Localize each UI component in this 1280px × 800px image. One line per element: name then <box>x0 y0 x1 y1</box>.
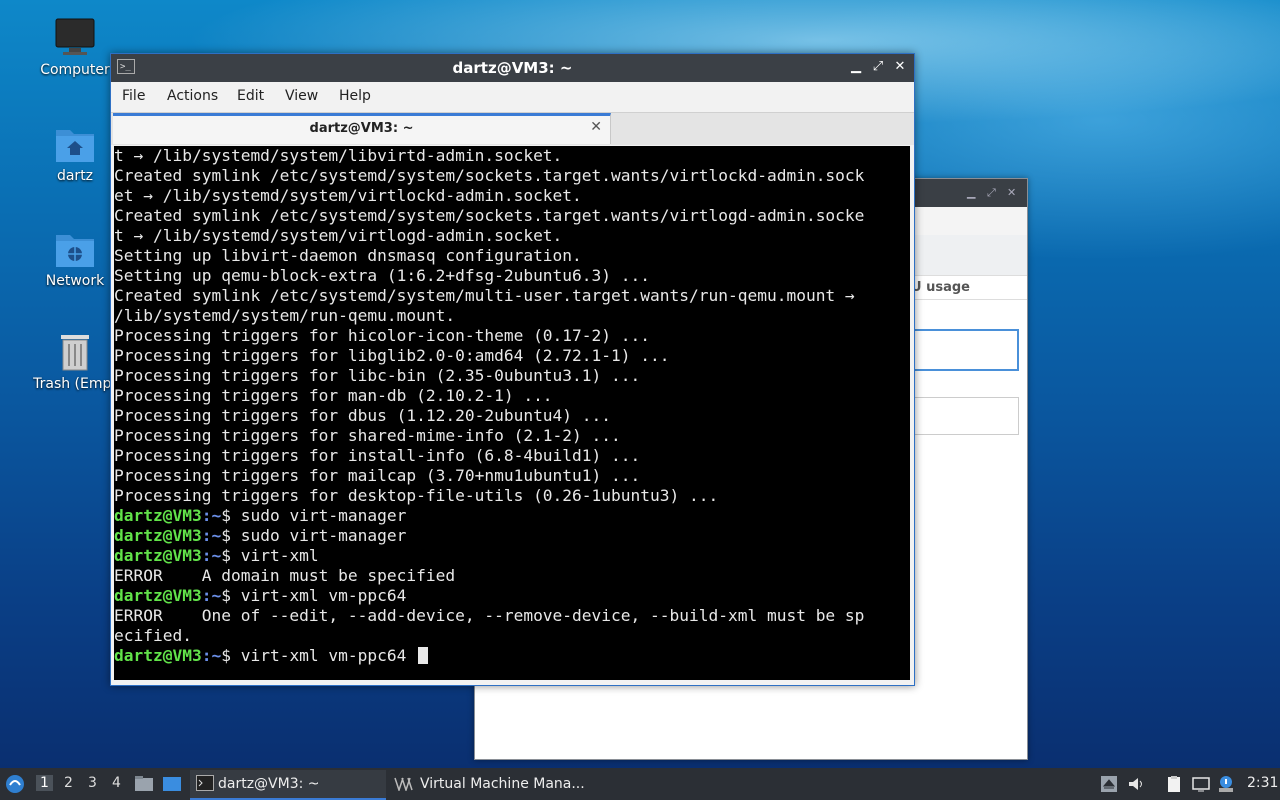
terminal-output-line: Processing triggers for mailcap (3.70+nm… <box>114 466 641 485</box>
terminal-output-line: t → /lib/systemd/system/libvirtd-admin.s… <box>114 146 563 165</box>
command-text: $ virt-xml <box>221 546 319 565</box>
window-titlebar[interactable]: >_ dartz@VM3: ~ ▁ ⤢ ✕ <box>111 54 914 82</box>
eject-icon[interactable] <box>1100 775 1118 793</box>
terminal-output-line: ecified. <box>114 626 192 645</box>
prompt-user: dartz@VM3 <box>114 646 202 665</box>
taskbar: 1 2 3 4 dartz@VM3: ~ Virtual Machine Man… <box>0 768 1280 800</box>
terminal-output-line: /lib/systemd/system/run-qemu.mount. <box>114 306 456 325</box>
terminal-output-line: Processing triggers for shared-mime-info… <box>114 426 621 445</box>
tab-bar: dartz@VM3: ~ ✕ <box>111 112 914 145</box>
workspace-2[interactable]: 2 <box>64 775 73 791</box>
file-manager-icon <box>135 776 153 791</box>
terminal-output-line: t → /lib/systemd/system/virtlogd-admin.s… <box>114 226 563 245</box>
minimize-icon[interactable]: ▁ <box>967 186 975 199</box>
terminal-output-line: Created symlink /etc/systemd/system/mult… <box>114 286 855 305</box>
terminal-output-line: Setting up libvirt-daemon dnsmasq config… <box>114 246 582 265</box>
tab-terminal[interactable]: dartz@VM3: ~ ✕ <box>113 113 611 144</box>
command-text: $ sudo virt-manager <box>221 506 407 525</box>
monitor-icon <box>53 18 97 58</box>
terminal-output-line: Processing triggers for hicolor-icon-the… <box>114 326 651 345</box>
close-icon[interactable]: ✕ <box>1007 186 1016 199</box>
clock[interactable]: 2:31 <box>1247 775 1278 791</box>
prompt-user: dartz@VM3 <box>114 506 202 525</box>
menubar: File Actions Edit View Help <box>111 82 914 112</box>
volume-icon[interactable] <box>1127 775 1145 793</box>
prompt-user: dartz@VM3 <box>114 586 202 605</box>
terminal-output-line: Processing triggers for install-info (6.… <box>114 446 641 465</box>
task-label: Virtual Machine Mana... <box>420 776 585 792</box>
trash-icon <box>53 332 97 372</box>
maximize-button[interactable]: ⤢ <box>869 58 887 76</box>
terminal-output-line: Processing triggers for man-db (2.10.2-1… <box>114 386 553 405</box>
text-cursor <box>418 647 429 664</box>
terminal-command-line: dartz@VM3:~$ sudo virt-manager <box>114 506 910 526</box>
terminal-command-line: dartz@VM3:~$ sudo virt-manager <box>114 526 910 546</box>
task-label: dartz@VM3: ~ <box>218 776 320 792</box>
file-manager-launcher[interactable] <box>134 770 156 798</box>
terminal-output-line: et → /lib/systemd/system/virtlockd-admin… <box>114 186 582 205</box>
prompt-path: :~ <box>201 526 222 545</box>
task-virt-manager[interactable]: Virtual Machine Mana... <box>392 770 592 798</box>
window-title: dartz@VM3: ~ <box>452 59 573 77</box>
prompt-path: :~ <box>201 506 222 525</box>
menu-edit[interactable]: Edit <box>237 88 264 104</box>
command-text: $ virt-xml vm-ppc64 <box>221 646 417 665</box>
desktop-icon <box>163 777 181 791</box>
close-button[interactable]: ✕ <box>891 58 909 76</box>
terminal-window[interactable]: >_ dartz@VM3: ~ ▁ ⤢ ✕ File Actions Edit … <box>110 53 915 686</box>
virt-manager-icon <box>394 777 413 791</box>
terminal-output-line: Processing triggers for libc-bin (2.35-0… <box>114 366 641 385</box>
terminal-output-line: Created symlink /etc/systemd/system/sock… <box>114 166 865 185</box>
task-terminal[interactable]: dartz@VM3: ~ <box>190 770 386 800</box>
home-folder-icon <box>53 124 97 164</box>
minimize-button[interactable]: ▁ <box>847 58 865 76</box>
terminal-command-line: dartz@VM3:~$ virt-xml vm-ppc64 <box>114 646 910 666</box>
terminal-output-line: Processing triggers for desktop-file-uti… <box>114 486 719 505</box>
prompt-user: dartz@VM3 <box>114 546 202 565</box>
terminal-output-line: Processing triggers for dbus (1.12.20-2u… <box>114 406 612 425</box>
terminal-command-line: dartz@VM3:~$ virt-xml <box>114 546 910 566</box>
menu-file[interactable]: File <box>122 88 145 104</box>
network-folder-icon <box>53 229 97 269</box>
workspace-1[interactable]: 1 <box>36 775 53 791</box>
prompt-user: dartz@VM3 <box>114 526 202 545</box>
command-text: $ sudo virt-manager <box>221 526 407 545</box>
terminal-output-line: Setting up qemu-block-extra (1:6.2+dfsg-… <box>114 266 651 285</box>
terminal-output-line: Created symlink /etc/systemd/system/sock… <box>114 206 865 225</box>
start-menu-button[interactable] <box>4 770 28 798</box>
close-tab-icon[interactable]: ✕ <box>590 119 602 135</box>
app-menu-icon <box>6 775 24 793</box>
menu-help[interactable]: Help <box>339 88 371 104</box>
maximize-icon[interactable]: ⤢ <box>987 186 996 200</box>
show-desktop-launcher[interactable] <box>162 770 184 798</box>
prompt-path: :~ <box>201 546 222 565</box>
notification-icon[interactable] <box>1217 775 1235 793</box>
workspace-3[interactable]: 3 <box>88 775 97 791</box>
menu-actions[interactable]: Actions <box>167 88 218 104</box>
terminal-icon <box>196 775 214 791</box>
terminal-output-line: ERROR One of --edit, --add-device, --rem… <box>114 606 865 625</box>
column-header-cpu-usage[interactable]: U usage <box>911 280 970 295</box>
tab-label: dartz@VM3: ~ <box>309 121 414 136</box>
command-text: $ virt-xml vm-ppc64 <box>221 586 407 605</box>
screen-icon[interactable] <box>1192 775 1210 793</box>
prompt-path: :~ <box>201 586 222 605</box>
terminal-output[interactable]: t → /lib/systemd/system/libvirtd-admin.s… <box>114 146 910 680</box>
workspace-4[interactable]: 4 <box>112 775 121 791</box>
menu-view[interactable]: View <box>285 88 318 104</box>
terminal-output-line: ERROR A domain must be specified <box>114 566 456 585</box>
prompt-path: :~ <box>201 646 222 665</box>
terminal-output-line: Processing triggers for libglib2.0-0:amd… <box>114 346 670 365</box>
clipboard-icon[interactable] <box>1165 775 1183 793</box>
terminal-command-line: dartz@VM3:~$ virt-xml vm-ppc64 <box>114 586 910 606</box>
